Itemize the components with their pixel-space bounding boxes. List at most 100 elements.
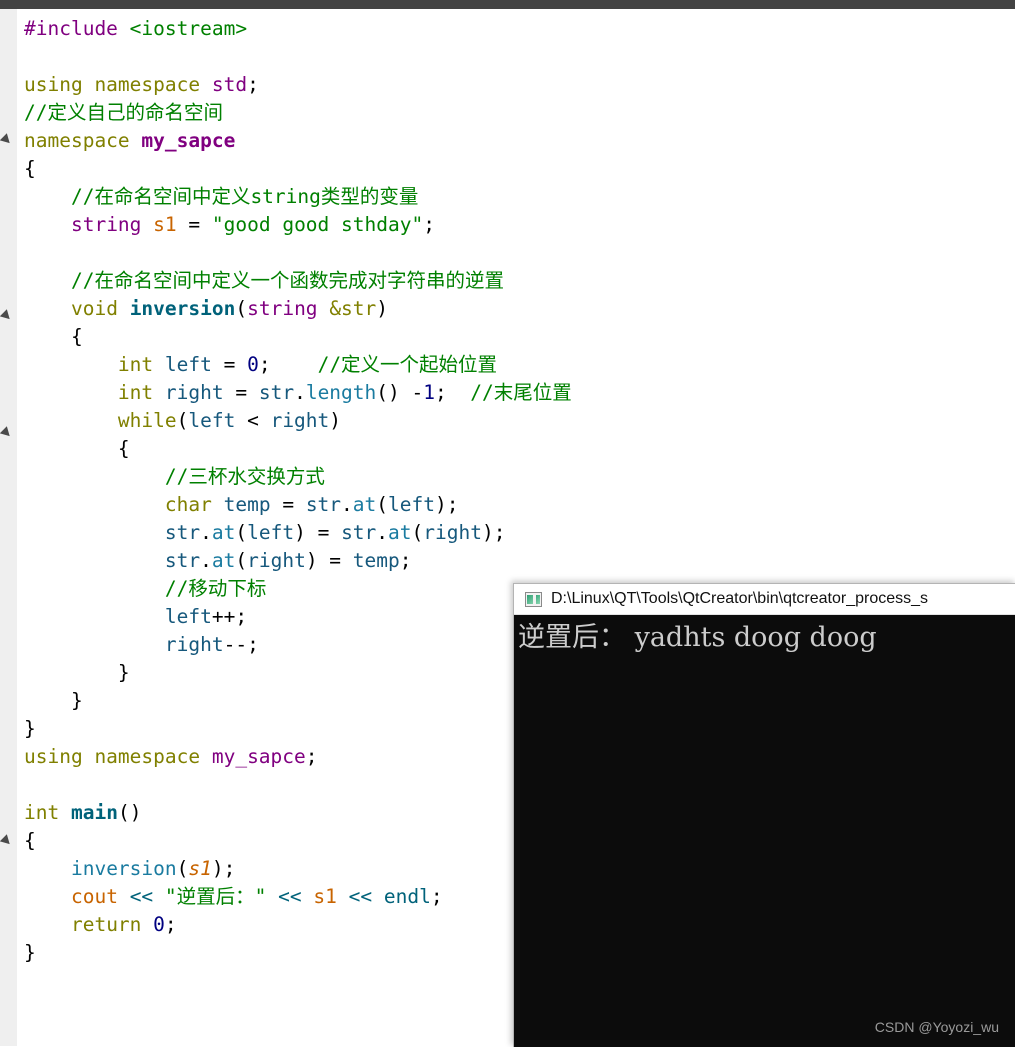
code-token: . bbox=[200, 549, 212, 572]
code-token: inversion bbox=[129, 297, 236, 320]
code-token: //定义自己的命名空间 bbox=[24, 101, 223, 124]
code-token: ( bbox=[235, 297, 248, 320]
code-token: ; bbox=[430, 885, 443, 908]
code-token: at bbox=[388, 521, 412, 544]
code-token: ( bbox=[235, 549, 248, 572]
code-token: ) bbox=[376, 297, 389, 320]
code-line[interactable] bbox=[24, 43, 1004, 71]
code-token: " bbox=[254, 885, 267, 908]
code-line[interactable] bbox=[24, 239, 1004, 267]
fold-marker-icon[interactable] bbox=[0, 133, 14, 147]
code-token: using namespace bbox=[24, 745, 212, 768]
console-window[interactable]: D:\Linux\QT\Tools\QtCreator\bin\qtcreato… bbox=[513, 583, 1015, 1047]
console-output-line: 逆置后： yadhts doog doog bbox=[518, 622, 877, 653]
code-line[interactable]: namespace my_sapce bbox=[24, 127, 1004, 155]
code-line[interactable]: //三杯水交换方式 bbox=[24, 463, 1004, 491]
code-token: str bbox=[164, 549, 201, 572]
code-token: main bbox=[70, 801, 118, 824]
code-token: string bbox=[247, 297, 318, 320]
code-token: . bbox=[376, 521, 389, 544]
fold-marker-icon[interactable] bbox=[0, 834, 14, 848]
code-token: //在命名空间中定义一个函数完成对字符串的逆置 bbox=[24, 269, 504, 292]
fold-marker-icon[interactable] bbox=[0, 426, 14, 440]
console-titlebar[interactable]: D:\Linux\QT\Tools\QtCreator\bin\qtcreato… bbox=[514, 584, 1015, 615]
code-token: } bbox=[24, 717, 36, 740]
code-token: << bbox=[348, 885, 373, 908]
code-token: at bbox=[211, 549, 236, 572]
code-token: std bbox=[211, 73, 248, 96]
code-token: ); bbox=[211, 857, 236, 880]
console-window-icon bbox=[525, 591, 542, 607]
code-line[interactable]: //定义自己的命名空间 bbox=[24, 99, 1004, 127]
code-line[interactable]: char temp = str.at(left); bbox=[24, 491, 1004, 519]
code-token: //末尾位置 bbox=[470, 381, 572, 404]
code-token: ; bbox=[435, 381, 447, 404]
code-line[interactable]: int left = 0; //定义一个起始位置 bbox=[24, 351, 1004, 379]
code-line[interactable]: int right = str.length() -1; //末尾位置 bbox=[24, 379, 1004, 407]
code-line[interactable]: //在命名空间中定义string类型的变量 bbox=[24, 183, 1004, 211]
code-line[interactable]: str.at(left) = str.at(right); bbox=[24, 519, 1004, 547]
code-token: s1 bbox=[313, 885, 337, 908]
code-token: //定义一个起始位置 bbox=[317, 353, 498, 376]
code-token: left bbox=[247, 521, 295, 544]
code-token: = bbox=[317, 549, 353, 572]
code-token: } bbox=[24, 941, 36, 964]
code-line[interactable]: { bbox=[24, 435, 1004, 463]
code-token: str bbox=[258, 381, 295, 404]
code-token: while bbox=[117, 409, 177, 432]
code-token: ; bbox=[247, 73, 259, 96]
code-line[interactable]: void inversion(string &str) bbox=[24, 295, 1004, 323]
code-token: << bbox=[278, 885, 302, 908]
code-token: int bbox=[117, 381, 154, 404]
code-token: = bbox=[223, 381, 259, 404]
code-token: ); bbox=[435, 493, 459, 516]
code-token: 0 bbox=[153, 913, 165, 936]
code-token: { bbox=[24, 157, 36, 180]
code-line[interactable]: while(left < right) bbox=[24, 407, 1004, 435]
console-output-area[interactable]: 逆置后： yadhts doog doog CSDN @Yoyozi_wu bbox=[514, 615, 1015, 1047]
code-token: right bbox=[423, 521, 482, 544]
code-token: << bbox=[129, 885, 154, 908]
code-token: . bbox=[200, 521, 212, 544]
code-line[interactable]: using namespace std; bbox=[24, 71, 1004, 99]
code-token: left bbox=[188, 409, 236, 432]
top-dark-strip bbox=[0, 0, 1015, 9]
code-line[interactable]: { bbox=[24, 155, 1004, 183]
editor-gutter[interactable] bbox=[0, 9, 18, 1046]
code-token: at bbox=[211, 521, 236, 544]
code-token: right bbox=[164, 633, 224, 656]
code-line[interactable]: string s1 = "good good sthday"; bbox=[24, 211, 1004, 239]
code-line[interactable]: //在命名空间中定义一个函数完成对字符串的逆置 bbox=[24, 267, 1004, 295]
code-token: ( bbox=[411, 521, 424, 544]
code-token: using namespace bbox=[24, 73, 212, 96]
code-token: right bbox=[270, 409, 330, 432]
code-token: str bbox=[341, 521, 377, 544]
code-token: my_sapce bbox=[211, 745, 306, 768]
code-token: temp bbox=[223, 493, 271, 516]
code-line[interactable]: #include <iostream> bbox=[24, 15, 1004, 43]
code-token: < bbox=[235, 409, 271, 432]
code-token: ); bbox=[481, 521, 506, 544]
code-line[interactable]: str.at(right) = temp; bbox=[24, 547, 1004, 575]
code-token: string bbox=[70, 213, 142, 236]
code-token: endl bbox=[383, 885, 431, 908]
code-token: = bbox=[211, 353, 248, 376]
code-token: s1 bbox=[188, 857, 212, 880]
code-line[interactable]: { bbox=[24, 323, 1004, 351]
fold-marker-icon[interactable] bbox=[0, 309, 14, 323]
code-token: void bbox=[70, 297, 118, 320]
code-token: { bbox=[24, 437, 130, 460]
